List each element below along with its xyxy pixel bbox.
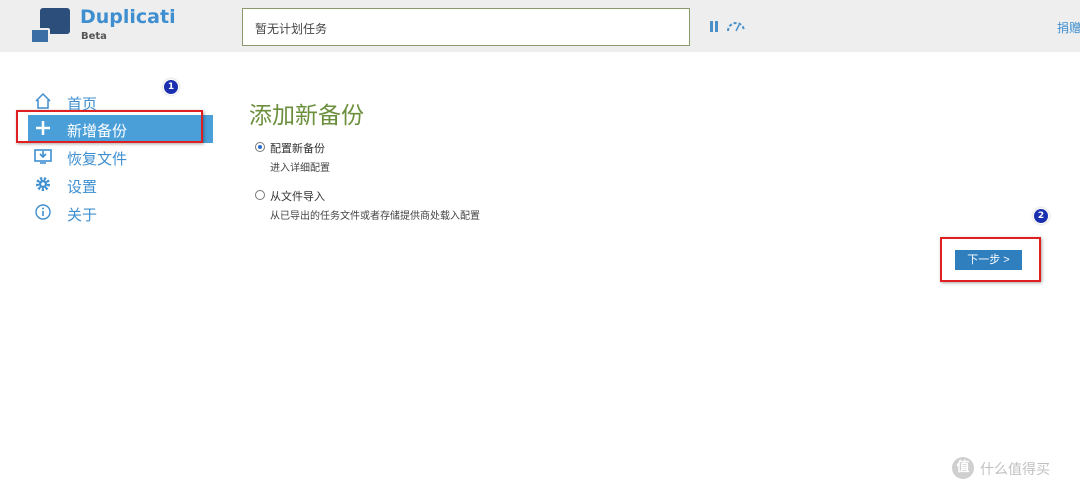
pause-icon[interactable] <box>708 21 720 33</box>
sidebar-item-label: 设置 <box>67 178 98 196</box>
next-button[interactable]: 下一步 > <box>955 250 1022 270</box>
option-desc: 从已导出的任务文件或者存储提供商处载入配置 <box>270 211 480 222</box>
option-title: 从文件导入 <box>270 190 325 203</box>
radio-import-file[interactable] <box>255 190 265 200</box>
option-desc: 进入详细配置 <box>270 163 330 174</box>
status-box: 暂无计划任务 <box>242 8 690 46</box>
app-sub-label: Beta <box>81 31 107 42</box>
throttle-icon[interactable] <box>726 20 746 32</box>
duplicati-logo-icon[interactable] <box>28 6 74 46</box>
highlight-box-add-backup <box>16 110 203 143</box>
app-name[interactable]: Duplicati <box>80 6 176 28</box>
info-icon <box>35 204 51 220</box>
option-new-backup[interactable]: 配置新备份 进入详细配置 <box>255 140 555 176</box>
sidebar-item-label: 恢复文件 <box>67 150 128 168</box>
sidebar-item-about[interactable]: 关于 <box>28 199 213 227</box>
status-text: 暂无计划任务 <box>255 22 328 36</box>
sidebar-item-restore[interactable]: 恢复文件 <box>28 143 213 171</box>
restore-icon <box>34 149 52 164</box>
step-badge-2: 2 <box>1034 209 1048 223</box>
option-import-file[interactable]: 从文件导入 从已导出的任务文件或者存储提供商处载入配置 <box>255 188 555 224</box>
watermark-logo-icon: 值 <box>952 457 974 479</box>
watermark-text: 什么值得买 <box>980 462 1050 478</box>
header-bar: Duplicati Beta 暂无计划任务 捐赠 <box>0 0 1080 52</box>
sidebar-item-settings[interactable]: 设置 <box>28 171 213 199</box>
option-title: 配置新备份 <box>270 142 325 155</box>
page-title: 添加新备份 <box>249 103 364 129</box>
gear-icon <box>36 177 50 191</box>
donate-link[interactable]: 捐赠 <box>1057 19 1080 36</box>
sidebar-item-label: 关于 <box>67 206 98 224</box>
home-icon <box>35 92 51 109</box>
step-badge-1: 1 <box>164 80 178 94</box>
radio-new-backup[interactable] <box>255 142 265 152</box>
